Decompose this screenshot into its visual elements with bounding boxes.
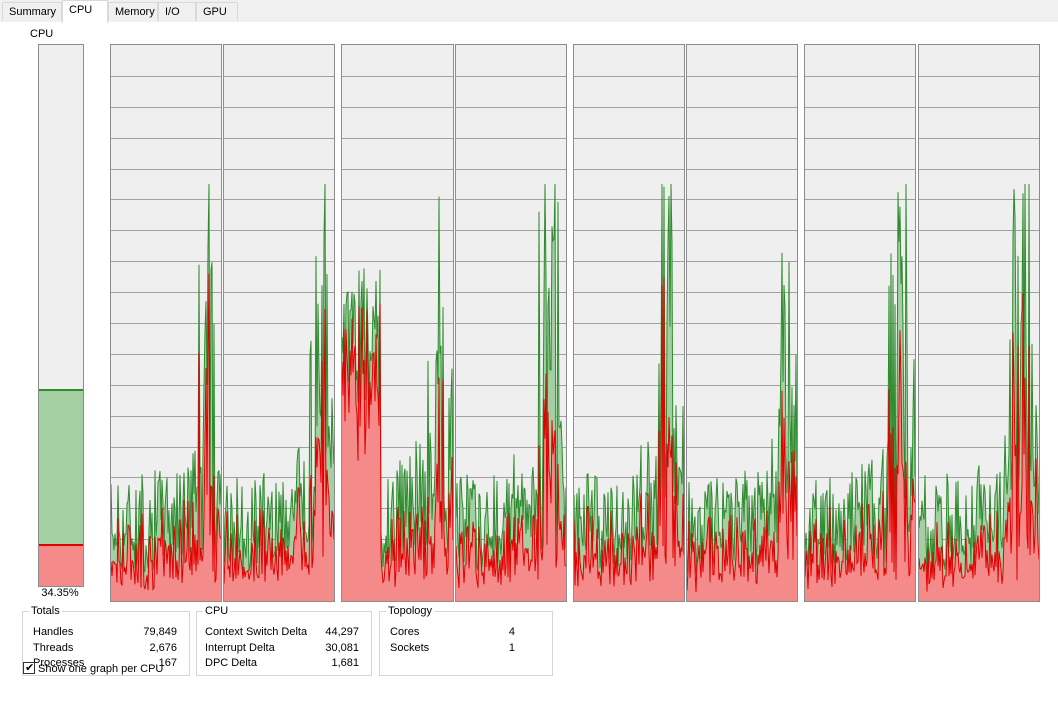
- topology-row-sockets: Sockets 1: [390, 641, 515, 656]
- cpu-panel: CPU 34.35% Totals Handles 79,849 Threads…: [0, 22, 1058, 708]
- totals-row-handles: Handles 79,849: [33, 625, 177, 640]
- cpu-stats-row-value: 44,297: [325, 626, 359, 638]
- cpu-core-graph: [455, 44, 567, 602]
- totals-row-label: Handles: [33, 626, 74, 638]
- cpu-core-graph: [686, 44, 798, 602]
- cpu-core-graph: [918, 44, 1040, 602]
- cpu-core-graph: [573, 44, 685, 602]
- tab-summary[interactable]: Summary: [2, 2, 62, 21]
- cpu-stats-row-dpc: DPC Delta 1,681: [205, 656, 359, 671]
- cpu-stats-row-value: 30,081: [325, 642, 359, 654]
- cpu-core-graph: [341, 44, 454, 602]
- tab-gpu[interactable]: GPU: [196, 2, 238, 21]
- topology-row-cores: Cores 4: [390, 625, 515, 640]
- cpu-stats-row-interrupt: Interrupt Delta 30,081: [205, 641, 359, 656]
- topology-row-value: 4: [508, 626, 515, 638]
- cpu-core-graph: [110, 44, 222, 602]
- per-cpu-graph-checkbox[interactable]: ✔: [23, 662, 35, 674]
- totals-row-value: 2,676: [149, 642, 177, 654]
- tab-io[interactable]: I/O: [158, 2, 196, 21]
- per-cpu-graph-label[interactable]: Show one graph per CPU: [38, 662, 163, 676]
- cpu-stats-row-value: 1,681: [331, 657, 359, 669]
- cpu-stats-row-label: Interrupt Delta: [205, 642, 275, 654]
- tab-memory[interactable]: Memory: [108, 2, 158, 21]
- tab-bar: Summary CPU Memory I/O GPU: [0, 0, 1058, 23]
- checkmark-icon: ✔: [25, 662, 35, 674]
- totals-row-threads: Threads 2,676: [33, 641, 177, 656]
- cpu-core-graph: [804, 44, 916, 602]
- cpu-usage-meter: [38, 44, 84, 587]
- topology-row-value: 1: [508, 642, 515, 654]
- cpu-stats-row-label: Context Switch Delta: [205, 626, 308, 638]
- topology-row-label: Cores: [390, 626, 420, 638]
- cpu-stats-title: CPU: [205, 605, 229, 617]
- cpu-core-graph: [223, 44, 335, 602]
- cpu-stats-row-context-switch: Context Switch Delta 44,297: [205, 625, 359, 640]
- totals-title: Totals: [31, 605, 60, 617]
- totals-row-value: 79,849: [143, 626, 177, 638]
- cpu-percent-text: 34.35%: [41, 587, 79, 599]
- topology-title: Topology: [388, 605, 433, 617]
- cpu-meter-label: CPU: [30, 28, 54, 40]
- tab-cpu[interactable]: CPU: [62, 0, 108, 23]
- cpu-stats-row-label: DPC Delta: [205, 657, 257, 669]
- kernel-usage-fill: [39, 544, 83, 586]
- totals-row-label: Threads: [33, 642, 74, 654]
- topology-row-label: Sockets: [390, 642, 430, 654]
